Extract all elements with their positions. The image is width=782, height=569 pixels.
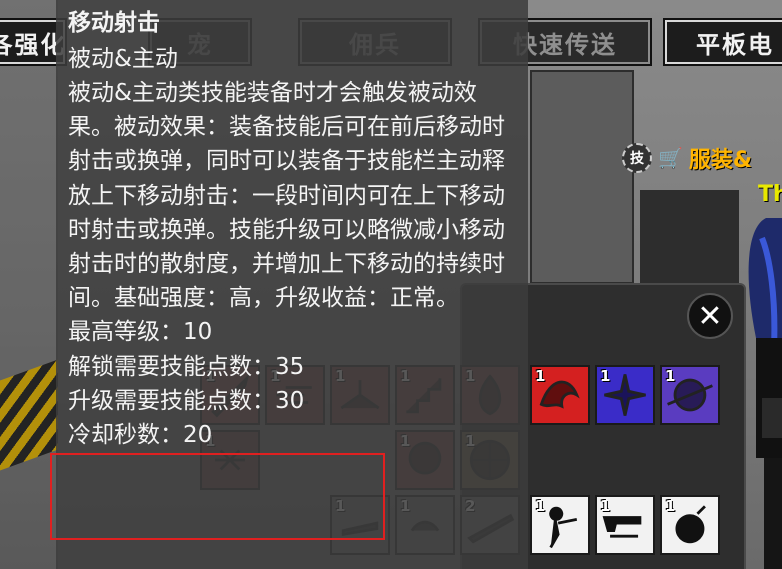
wall-panel (530, 70, 634, 284)
skill-level: 1 (600, 497, 611, 515)
skill-title: 移动射击 (68, 10, 160, 36)
skill-slot-dragon[interactable]: 1 (530, 365, 590, 425)
left-pillar (0, 0, 58, 569)
skill-slot-guns[interactable]: 1 (595, 495, 655, 555)
upgrade-cost: 升级需要技能点数：30 (68, 387, 305, 414)
skill-type: 被动&主动 (68, 46, 178, 72)
skill-slot-sparkle[interactable]: 1 (595, 365, 655, 425)
nav-tablet-button[interactable]: 平板电 (663, 18, 782, 66)
close-icon[interactable]: ✕ (687, 293, 733, 339)
skill-slot-gunner[interactable]: 1 (530, 495, 590, 555)
wall-panel (640, 190, 739, 289)
skill-level: 1 (600, 367, 611, 385)
shopping-cart-icon: 🛒 (658, 146, 683, 170)
unlock-cost: 解锁需要技能点数：35 (68, 353, 305, 380)
npc-name-text: 服装& (688, 148, 753, 173)
npc-subtitle: The (758, 182, 782, 207)
skill-slot-planet[interactable]: 1 (660, 365, 720, 425)
skill-description: 被动&主动类技能装备时才会触发被动效果。被动效果：装备技能后可在前后移动时射击或… (68, 80, 505, 312)
cooldown: 冷却秒数：20 (68, 422, 213, 449)
max-level: 最高等级：10 (68, 319, 213, 346)
skill-level: 1 (665, 367, 676, 385)
skill-badge-icon: 技 (622, 143, 652, 173)
skill-level: 1 (665, 497, 676, 515)
skill-level: 1 (535, 367, 546, 385)
skill-level: 1 (535, 497, 546, 515)
skill-tooltip: 移动射击 被动&主动 被动&主动类技能装备时才会触发被动效果。被动效果：装备技能… (56, 0, 528, 569)
skill-slot-bomb[interactable]: 1 (660, 495, 720, 555)
npc-name-label[interactable]: 技 🛒 服装& (622, 142, 752, 174)
